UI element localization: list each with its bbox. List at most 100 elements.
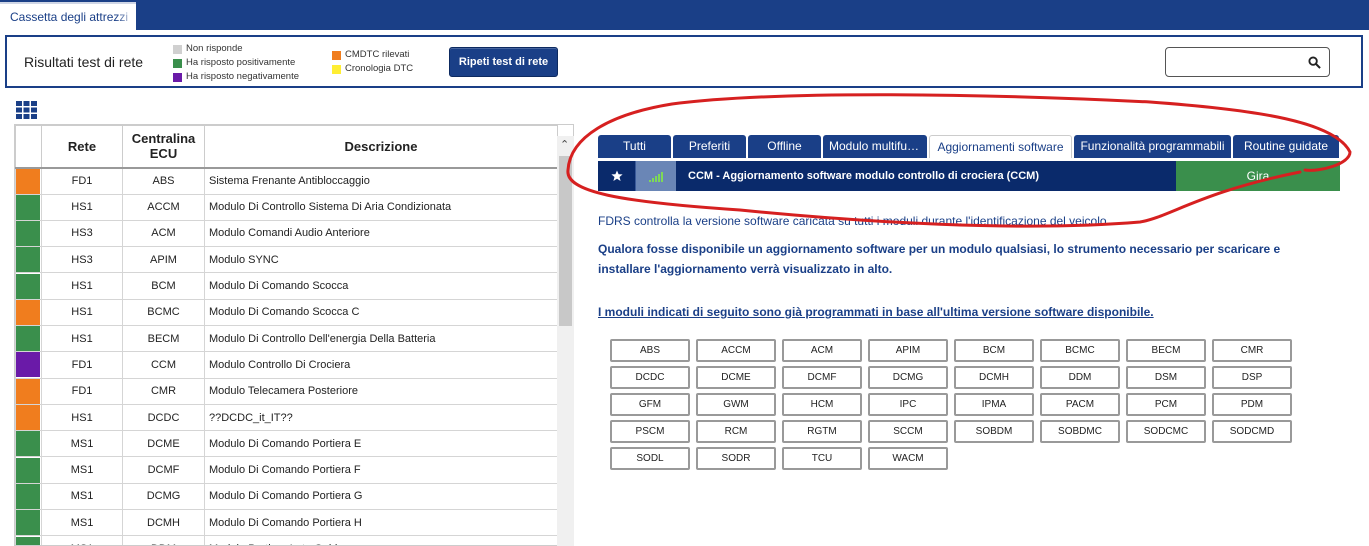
module-button[interactable]: DCMH: [954, 366, 1034, 389]
module-button[interactable]: ABS: [610, 339, 690, 362]
software-update-row[interactable]: CCM - Aggiornamento software modulo cont…: [598, 161, 1340, 191]
module-button[interactable]: GWM: [696, 393, 776, 416]
module-button[interactable]: DSP: [1212, 366, 1292, 389]
table-row[interactable]: HS1 BECM Modulo Di Controllo Dell'energia …: [15, 324, 558, 353]
repeat-network-test-button[interactable]: Ripeti test di rete: [449, 47, 558, 77]
module-button[interactable]: SODR: [696, 447, 776, 470]
search-icon[interactable]: [1308, 56, 1321, 69]
tab-5[interactable]: Funzionalità programmabili: [1074, 135, 1231, 158]
table-row[interactable]: MS1 DCMH Modulo Di Comando Portiera H: [15, 509, 558, 537]
module-button[interactable]: APIM: [868, 339, 948, 362]
star-icon[interactable]: [610, 170, 623, 182]
ecu-cell: DDM: [122, 535, 205, 545]
module-button[interactable]: GFM: [610, 393, 690, 416]
table-row[interactable]: HS1 ACCM Modulo Di Controllo Sistema Di Ar…: [15, 193, 558, 221]
app-tab-toolbox[interactable]: Cassetta degli attrezzi: [0, 2, 136, 30]
description-cell: Sistema Frenante Antibloccaggio: [204, 167, 558, 195]
module-button[interactable]: SODCMC: [1126, 420, 1206, 443]
module-button[interactable]: IPC: [868, 393, 948, 416]
table-row[interactable]: MS1 DCME Modulo Di Comando Portiera E: [15, 430, 558, 458]
module-button[interactable]: DSM: [1126, 366, 1206, 389]
tab-4[interactable]: Aggiornamenti software: [929, 135, 1072, 158]
module-button[interactable]: DCMG: [868, 366, 948, 389]
module-button[interactable]: PDM: [1212, 393, 1292, 416]
module-button[interactable]: IPMA: [954, 393, 1034, 416]
software-update-description: CCM - Aggiornamento software modulo cont…: [688, 170, 1039, 182]
grid-view-icon[interactable]: [16, 101, 37, 119]
module-button[interactable]: SODL: [610, 447, 690, 470]
table-scrollbar[interactable]: ⌃: [557, 136, 574, 546]
network-cell: HS1: [41, 272, 123, 300]
module-button[interactable]: PACM: [1040, 393, 1120, 416]
module-button[interactable]: BCMC: [1040, 339, 1120, 362]
status-indicator: [16, 483, 40, 509]
module-grid: ABS ACCM ACM APIM BCM BCMC BECM CMR DCDC DCME DCMF…: [610, 339, 1300, 474]
module-button[interactable]: RCM: [696, 420, 776, 443]
module-button[interactable]: DCME: [696, 366, 776, 389]
module-button[interactable]: RGTM: [782, 420, 862, 443]
status-indicator: [16, 405, 40, 431]
table-row[interactable]: MS1DDMModulo Portiera Lato Guida: [15, 535, 558, 545]
module-button[interactable]: DDM: [1040, 366, 1120, 389]
module-button[interactable]: WACM: [868, 447, 948, 470]
tab-3[interactable]: Modulo multifunzione: [823, 135, 927, 158]
module-button[interactable]: CMR: [1212, 339, 1292, 362]
status-cell: [15, 272, 42, 300]
run-button[interactable]: Gira: [1176, 161, 1340, 191]
module-button[interactable]: SCCM: [868, 420, 948, 443]
status-cell: [15, 403, 42, 432]
module-button[interactable]: PCM: [1126, 393, 1206, 416]
legend-item: Non risponde: [173, 42, 299, 56]
module-button[interactable]: ACM: [782, 339, 862, 362]
module-button[interactable]: SODCMD: [1212, 420, 1292, 443]
table-row[interactable]: FD1 CMR Modulo Telecamera Posteriore: [15, 377, 558, 405]
ecu-cell: DCME: [122, 430, 205, 458]
table-row[interactable]: HS3 APIM Modulo SYNC: [15, 246, 558, 274]
table-row[interactable]: FD1 CCM Modulo Controllo Di Crociera: [15, 351, 558, 379]
info-text-3[interactable]: I moduli indicati di seguito sono già pr…: [598, 305, 1154, 319]
table-row[interactable]: HS1 DCDC ??DCDC_it_IT??: [15, 403, 558, 432]
legend-item: Ha risposto negativamente: [173, 70, 299, 84]
description-cell: ??DCDC_it_IT??: [204, 403, 558, 432]
favorite-cell[interactable]: [598, 161, 636, 191]
network-cell: HS3: [41, 246, 123, 274]
search-input[interactable]: [1172, 54, 1302, 70]
table-row[interactable]: FD1 ABS Sistema Frenante Antibloccaggio: [15, 167, 558, 195]
module-button[interactable]: TCU: [782, 447, 862, 470]
legend-swatch: [173, 72, 182, 82]
status-indicator: [16, 194, 40, 220]
scroll-thumb[interactable]: [559, 156, 572, 326]
status-cell: [15, 535, 42, 545]
tab-1[interactable]: Preferiti: [673, 135, 746, 158]
tab-2[interactable]: Offline: [748, 135, 821, 158]
module-button[interactable]: BECM: [1126, 339, 1206, 362]
status-cell: [15, 456, 42, 484]
description-cell: Modulo Comandi Audio Anteriore: [204, 219, 558, 248]
table-row[interactable]: HS1 BCM Modulo Di Comando Scocca: [15, 272, 558, 300]
status-cell: [15, 377, 42, 405]
module-button[interactable]: SOBDMC: [1040, 420, 1120, 443]
table-row[interactable]: MS1 DCMF Modulo Di Comando Portiera F: [15, 456, 558, 484]
module-button[interactable]: DCMF: [782, 366, 862, 389]
status-indicator: [16, 273, 40, 299]
description-cell: Modulo Di Comando Portiera G: [204, 482, 558, 511]
module-button[interactable]: HCM: [782, 393, 862, 416]
search-box[interactable]: [1165, 47, 1330, 77]
module-button[interactable]: ACCM: [696, 339, 776, 362]
module-button[interactable]: PSCM: [610, 420, 690, 443]
tab-6[interactable]: Routine guidate: [1233, 135, 1339, 158]
ecu-cell: BCMC: [122, 298, 205, 326]
module-button[interactable]: SOBDM: [954, 420, 1034, 443]
table-row[interactable]: HS1 BCMC Modulo Di Comando Scocca C: [15, 298, 558, 326]
status-cell: [15, 430, 42, 458]
network-cell: MS1: [41, 456, 123, 484]
tab-0[interactable]: Tutti: [598, 135, 671, 158]
legend-label: Ha risposto positivamente: [186, 57, 296, 68]
legend-label: CMDTC rilevati: [345, 49, 410, 60]
scroll-up-icon[interactable]: ⌃: [560, 138, 569, 151]
module-button[interactable]: DCDC: [610, 366, 690, 389]
module-button[interactable]: BCM: [954, 339, 1034, 362]
table-row[interactable]: HS3 ACM Modulo Comandi Audio Anteriore: [15, 219, 558, 248]
table-row[interactable]: MS1 DCMG Modulo Di Comando Portiera G: [15, 482, 558, 511]
legend-label: Ha risposto negativamente: [186, 71, 300, 82]
